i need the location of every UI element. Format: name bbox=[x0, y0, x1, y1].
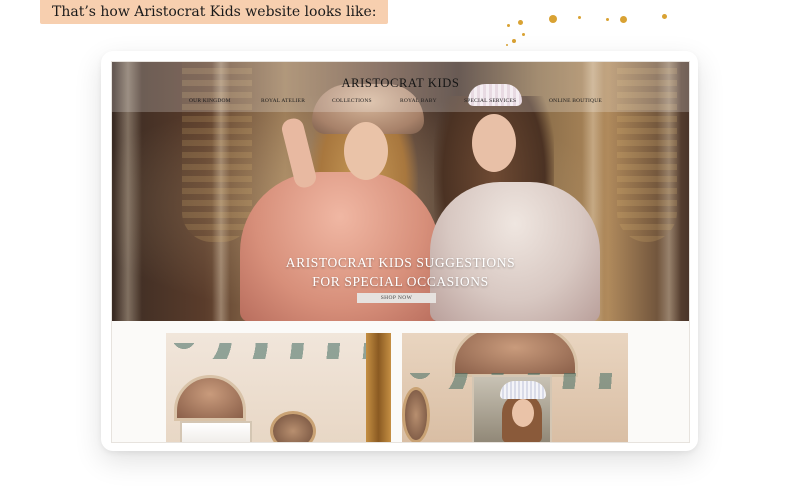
mirror bbox=[402, 387, 430, 442]
girl-right-dress bbox=[430, 182, 600, 321]
device-mockup: ARISTOCRAT KIDS OUR KINGDOM ROYAL ATELIE… bbox=[101, 51, 698, 451]
caption-label: That’s how Aristocrat Kids website looks… bbox=[40, 0, 389, 24]
nav-item-royal-atelier[interactable]: ROYAL ATELIER bbox=[261, 98, 305, 104]
site-header: ARISTOCRAT KIDS OUR KINGDOM ROYAL ATELIE… bbox=[112, 62, 689, 112]
hero-headline-line-2: FOR SPECIAL OCCASIONS bbox=[312, 274, 489, 289]
girl-crown bbox=[500, 381, 546, 399]
oval-painting bbox=[270, 411, 316, 442]
nav-item-online-boutique[interactable]: ONLINE BOUTIQUE bbox=[549, 98, 602, 104]
hero-headline-line-1: ARISTOCRAT KIDS SUGGESTIONS bbox=[285, 255, 516, 270]
interior-photo-card[interactable] bbox=[166, 333, 391, 442]
girl-left-face bbox=[344, 122, 388, 180]
girl-photo-card[interactable] bbox=[402, 333, 628, 442]
hero-banner: ARISTOCRAT KIDS OUR KINGDOM ROYAL ATELIE… bbox=[112, 62, 689, 321]
garland-decoration bbox=[166, 343, 391, 359]
nav-item-royal-baby[interactable]: ROYAL BABY bbox=[400, 98, 437, 104]
nav-item-collections[interactable]: COLLECTIONS bbox=[332, 98, 372, 104]
website-screenshot: ARISTOCRAT KIDS OUR KINGDOM ROYAL ATELIE… bbox=[111, 61, 690, 443]
curtain bbox=[366, 333, 391, 442]
nav-item-special-services[interactable]: SPECIAL SERVICES bbox=[464, 98, 516, 104]
window bbox=[180, 421, 252, 442]
girl-face bbox=[512, 399, 534, 427]
site-nav: OUR KINGDOM ROYAL ATELIER COLLECTIONS RO… bbox=[112, 98, 689, 108]
site-logo[interactable]: ARISTOCRAT KIDS bbox=[112, 76, 689, 91]
painted-arch bbox=[174, 375, 246, 421]
girl-right-face bbox=[472, 114, 516, 172]
nav-item-our-kingdom[interactable]: OUR KINGDOM bbox=[189, 98, 231, 104]
painted-arch bbox=[452, 333, 578, 377]
shop-now-button[interactable]: SHOP NOW bbox=[357, 293, 436, 303]
